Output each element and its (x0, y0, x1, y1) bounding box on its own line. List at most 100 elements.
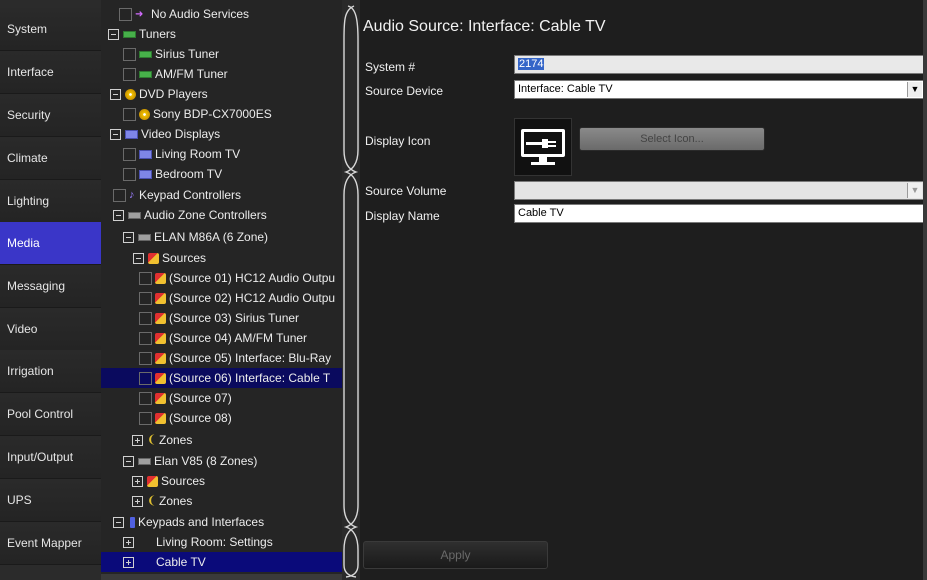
details-panel: Audio Source: Interface: Cable TV System… (360, 0, 927, 580)
tree-row[interactable]: (Source 08) (139, 408, 342, 428)
tree-row-label: No Audio Services (151, 7, 250, 21)
nav-item-climate[interactable]: Climate (0, 137, 101, 180)
tree-row[interactable]: DVD Players (110, 84, 342, 104)
tree-row[interactable]: (Source 03) Sirius Tuner (139, 308, 342, 328)
collapse-icon[interactable] (113, 516, 124, 528)
checkbox[interactable] (123, 47, 136, 61)
tree-row[interactable]: ➜ No Audio Services (119, 4, 342, 24)
expand-icon[interactable] (132, 475, 143, 487)
collapse-icon[interactable] (133, 252, 144, 264)
system-number-field[interactable]: 2174 (514, 55, 924, 74)
tree-row[interactable]: Elan V85 (8 Zones) (123, 451, 342, 471)
tree-row-label: Living Room TV (155, 147, 241, 161)
source-volume-select[interactable]: ▼ (514, 181, 924, 200)
disc-icon (125, 88, 136, 100)
tree-row[interactable]: (Source 05) Interface: Blu-Ray (139, 348, 342, 368)
checkbox[interactable] (139, 391, 152, 405)
expand-icon[interactable] (123, 556, 134, 568)
tree-row-label: ELAN M86A (6 Zone) (154, 230, 269, 244)
expand-icon[interactable] (132, 495, 143, 507)
tree-row[interactable]: Sources (133, 248, 342, 268)
nav-item-messaging[interactable]: Messaging (0, 265, 101, 308)
nav-item-video[interactable]: Video (0, 308, 101, 351)
nav-item-ups[interactable]: UPS (0, 479, 101, 522)
amp-icon (138, 457, 151, 465)
tree-row[interactable]: (Source 07) (139, 388, 342, 408)
display-icon-label: Display Icon (365, 134, 431, 148)
tree-row-label: Sony BDP-CX7000ES (153, 107, 272, 121)
checkbox[interactable] (139, 331, 152, 345)
tree-row[interactable]: Audio Zone Controllers (113, 205, 342, 225)
checkbox[interactable] (139, 271, 152, 285)
tree-row-selected[interactable]: Cable TV (101, 552, 342, 572)
tree-row[interactable]: ❨ Zones (132, 430, 342, 450)
checkbox[interactable] (123, 67, 136, 81)
tree-row[interactable]: AM/FM Tuner (123, 64, 342, 84)
tree-row-selected[interactable]: (Source 06) Interface: Cable T (101, 368, 342, 388)
nav-item-input-output[interactable]: Input/Output (0, 436, 101, 479)
tree-row[interactable]: ELAN M86A (6 Zone) (123, 227, 342, 247)
tree-row[interactable]: Bedroom TV (123, 164, 342, 184)
collapse-icon[interactable] (110, 128, 121, 140)
tuner-icon (139, 70, 152, 78)
tree-row-label: Keypads and Interfaces (138, 515, 265, 529)
tree-scrollbar[interactable] (101, 574, 342, 580)
tree-row[interactable]: Keypads and Interfaces (113, 512, 342, 532)
nav-item-interface[interactable]: Interface (0, 51, 101, 94)
tree-row[interactable]: Sources (132, 471, 342, 491)
nav-item-system[interactable]: System (0, 8, 101, 51)
tree-row-label: Zones (159, 433, 193, 447)
tree-row[interactable]: Sirius Tuner (123, 44, 342, 64)
tree-row[interactable]: ❨ Zones (132, 491, 342, 511)
expand-icon[interactable] (123, 536, 134, 548)
disc-icon (139, 108, 150, 120)
checkbox[interactable] (139, 311, 152, 325)
checkbox[interactable] (139, 291, 152, 305)
collapse-icon[interactable] (108, 28, 119, 40)
checkbox[interactable] (139, 351, 152, 365)
tree-row[interactable]: (Source 04) AM/FM Tuner (139, 328, 342, 348)
nav-item-pool-control[interactable]: Pool Control (0, 393, 101, 436)
tree-row[interactable]: (Source 02) HC12 Audio Outpu (139, 288, 342, 308)
panel-splitter[interactable] (342, 0, 360, 580)
source-icon (155, 292, 166, 304)
source-device-select[interactable]: Interface: Cable TV ▼ (514, 80, 924, 99)
display-name-field[interactable]: Cable TV (514, 204, 924, 223)
tree-row[interactable]: (Source 01) HC12 Audio Outpu (139, 268, 342, 288)
checkbox[interactable] (123, 147, 136, 161)
collapse-icon[interactable] (113, 209, 124, 221)
checkbox[interactable] (139, 411, 152, 425)
tree-row[interactable]: ♪ Keypad Controllers (113, 185, 342, 205)
scrollbar[interactable] (923, 0, 927, 580)
page-title: Audio Source: Interface: Cable TV (363, 18, 606, 35)
tree-row[interactable]: Living Room TV (123, 144, 342, 164)
checkbox[interactable] (123, 107, 136, 121)
tree-row[interactable]: Video Displays (110, 124, 342, 144)
collapse-icon[interactable] (123, 455, 134, 467)
checkbox[interactable] (113, 188, 126, 202)
checkbox[interactable] (139, 371, 152, 385)
checkbox[interactable] (119, 7, 132, 21)
expand-icon[interactable] (132, 434, 143, 446)
tree-row[interactable]: Living Room: Settings (123, 532, 342, 552)
collapse-icon[interactable] (123, 231, 134, 243)
nav-item-media[interactable]: Media (0, 222, 101, 265)
tree-row[interactable]: Tuners (108, 24, 342, 44)
tree-row-label: AM/FM Tuner (155, 67, 228, 81)
chevron-down-icon[interactable]: ▼ (907, 183, 922, 198)
chevron-down-icon[interactable]: ▼ (907, 82, 922, 97)
checkbox[interactable] (123, 167, 136, 181)
select-icon-button[interactable]: Select Icon... (579, 127, 765, 151)
nav-item-irrigation[interactable]: Irrigation (0, 350, 101, 393)
tree-row-label: Elan V85 (8 Zones) (154, 454, 258, 468)
nav-item-event-mapper[interactable]: Event Mapper (0, 522, 101, 565)
tree-row-label: Sources (161, 474, 206, 488)
source-icon (155, 312, 166, 324)
apply-button[interactable]: Apply (363, 541, 548, 569)
tree-row[interactable]: Sony BDP-CX7000ES (123, 104, 342, 124)
screen-icon (125, 129, 138, 139)
nav-item-security[interactable]: Security (0, 94, 101, 137)
keypad-icon (130, 516, 135, 528)
collapse-icon[interactable] (110, 88, 121, 100)
nav-item-lighting[interactable]: Lighting (0, 180, 101, 223)
